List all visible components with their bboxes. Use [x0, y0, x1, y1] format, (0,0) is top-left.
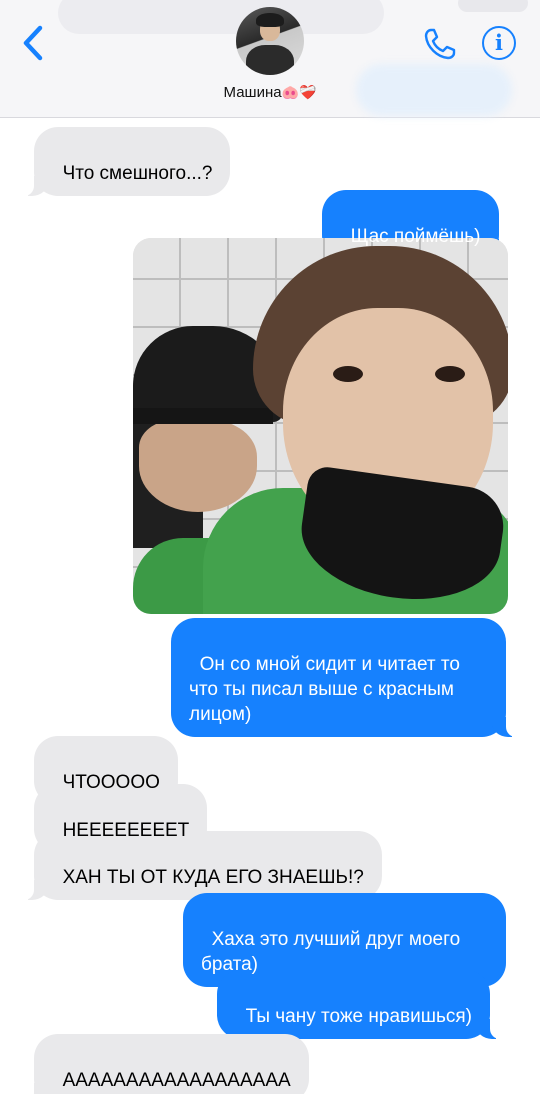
message-text: ХАН ТЫ ОТ КУДА ЕГО ЗНАЕШЬ!?	[62, 867, 364, 888]
message-text: НЕЕЕЕЕЕЕЕТ	[62, 820, 190, 841]
status-bar-battery-area	[458, 0, 528, 12]
message-text: Хаха это лучший друг моего брата)	[201, 929, 466, 975]
message-incoming[interactable]: Что смешного...?	[23, 127, 231, 196]
conversation-header: Машина🐽❤️‍🩹 i	[0, 0, 540, 118]
info-icon[interactable]: i	[482, 26, 516, 60]
message-text: Что смешного...?	[62, 163, 213, 184]
blurred-region	[356, 64, 512, 116]
status-bar-blurred	[58, 0, 384, 34]
message-text: Ты чану тоже нравишься)	[245, 1006, 472, 1027]
contact-name-emoji: 🐽❤️‍🩹	[281, 84, 317, 100]
message-outgoing[interactable]: Он со мной сидит и читает то что ты писа…	[171, 618, 516, 737]
chevron-left-icon[interactable]	[18, 24, 48, 62]
message-text: Он со мной сидит и читает то что ты писа…	[189, 654, 466, 725]
contact-name-text: Машина	[223, 84, 282, 101]
message-incoming[interactable]: ХАН ТЫ ОТ КУДА ЕГО ЗНАЕШЬ!?	[24, 831, 382, 900]
message-incoming[interactable]: АААААААААААААААААА	[24, 1034, 309, 1094]
photo-attachment[interactable]	[133, 238, 508, 614]
message-outgoing[interactable]: Ты чану тоже нравишься)	[217, 970, 500, 1039]
avatar[interactable]	[236, 7, 304, 75]
phone-icon[interactable]	[422, 26, 458, 62]
message-text: Щас поймёшь)	[350, 226, 481, 247]
message-text: ЧТООООО	[62, 772, 160, 793]
message-text: АААААААААААААААААА	[62, 1070, 291, 1091]
